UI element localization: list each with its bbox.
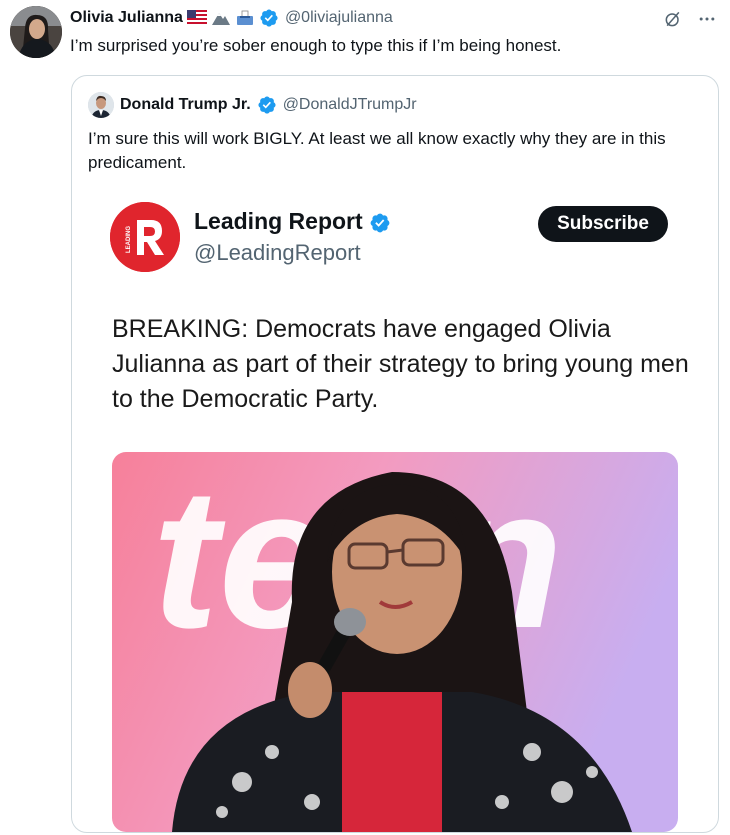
quoted-author-avatar[interactable] xyxy=(88,92,114,118)
quoted-tweet-header: Donald Trump Jr. @DonaldJTrumpJr xyxy=(88,92,417,118)
subscribe-button: Subscribe xyxy=(538,206,668,242)
embedded-screenshot[interactable]: LEADING Leading Report @LeadingReport Su… xyxy=(98,194,698,832)
ballot-box-icon xyxy=(235,10,255,26)
author-handle[interactable]: @0liviajulianna xyxy=(285,9,393,27)
author-avatar[interactable] xyxy=(10,6,62,58)
author-name[interactable]: Olivia Julianna xyxy=(70,9,183,27)
quoted-author-handle[interactable]: @DonaldJTrumpJr xyxy=(283,96,417,114)
us-flag-icon xyxy=(186,10,207,26)
leading-report-logo: LEADING xyxy=(110,202,180,272)
grok-icon[interactable] xyxy=(662,8,684,30)
verified-badge-icon xyxy=(257,95,277,115)
leading-logo-text: LEADING xyxy=(126,226,132,253)
tweet-actions-top xyxy=(662,8,718,30)
quoted-tweet-text: I’m sure this will work BIGLY. At least … xyxy=(88,129,666,172)
embed-account-handle: @LeadingReport xyxy=(194,240,361,265)
embed-photo: teen xyxy=(112,452,678,832)
embed-headline: BREAKING: Democrats have engaged Olivia … xyxy=(112,315,689,413)
tweet: Olivia Julianna @0liviajulianna I’m surp… xyxy=(0,0,730,835)
verified-badge-icon xyxy=(369,212,390,232)
embed-account-name: Leading Report xyxy=(194,208,363,234)
quoted-tweet[interactable]: Donald Trump Jr. @DonaldJTrumpJr I’m sur… xyxy=(71,75,719,833)
embed-account-row: Leading Report xyxy=(194,208,390,235)
tweet-header: Olivia Julianna @0liviajulianna xyxy=(70,7,393,29)
quoted-author-name[interactable]: Donald Trump Jr. xyxy=(120,96,251,114)
more-icon[interactable] xyxy=(696,8,718,30)
tweet-text: I’m surprised you’re sober enough to typ… xyxy=(70,36,562,55)
mountain-icon xyxy=(211,10,231,26)
verified-badge-icon xyxy=(259,8,279,28)
